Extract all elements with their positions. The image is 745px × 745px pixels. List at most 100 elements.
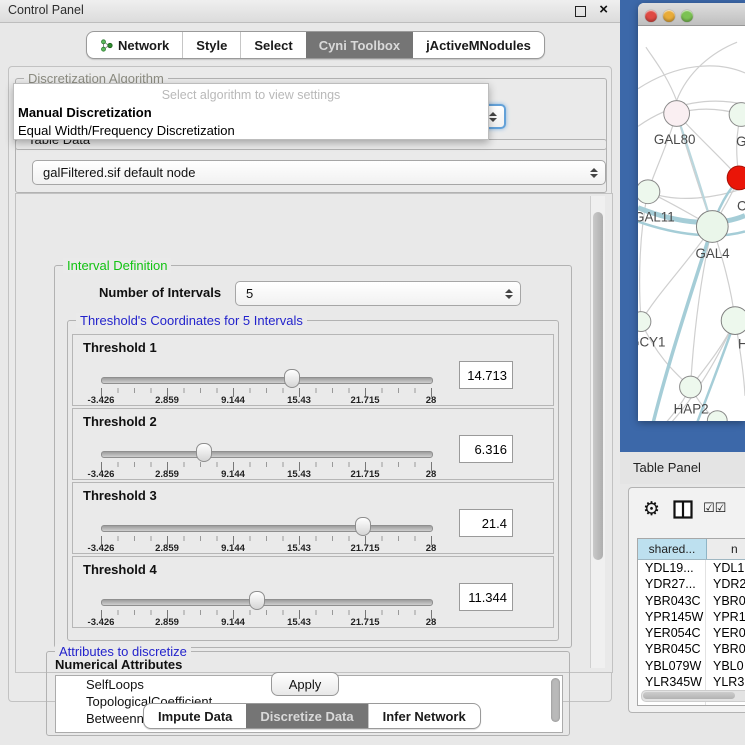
cell-shared-name[interactable]: YLR345W (638, 674, 706, 690)
tab-select[interactable]: Select (240, 32, 305, 58)
network-node[interactable] (680, 376, 702, 398)
table-row[interactable]: YLR345W YLR3 (638, 674, 745, 690)
table-row[interactable]: YBL079W YBL0 (638, 658, 745, 674)
threshold-1-panel: Threshold 1 -3.4262.8599.14415.4321.7152… (72, 334, 554, 406)
network-node[interactable] (638, 180, 660, 204)
settings-vertical-scrollbar[interactable] (590, 196, 605, 668)
cell-name[interactable]: YLR3 (706, 674, 745, 690)
threshold-4-slider-track[interactable] (101, 599, 433, 606)
network-node[interactable] (727, 166, 745, 190)
network-node-label: GAL4 (695, 246, 730, 261)
float-window-icon[interactable] (575, 6, 586, 17)
column-header-shared-name[interactable]: shared... (638, 539, 707, 559)
table-row[interactable]: YDR27... YDR2 (638, 576, 745, 592)
table-data-selected-value: galFiltered.sif default node (43, 165, 195, 180)
tick-label: 21.715 (350, 469, 379, 480)
slider-tick-labels: -3.4262.8599.14415.4321.71528 (101, 617, 431, 629)
cyni-toolbox-panel: Discretization Algorithm Table Data galF… (8, 66, 612, 702)
table-data-combobox[interactable]: galFiltered.sif default node (32, 160, 606, 185)
close-traffic-light[interactable] (645, 10, 657, 22)
network-graph[interactable]: GAL80GACGAL11GAL4GCY1HHAP2 (638, 26, 745, 421)
tick-label: -3.426 (88, 543, 115, 554)
cell-name[interactable]: YPR1 (706, 609, 745, 625)
tab-network[interactable]: Network (87, 32, 182, 58)
tab-network-label: Network (118, 38, 169, 53)
table-row[interactable]: YBR043C YBR0 (638, 593, 745, 609)
cell-shared-name[interactable]: YDR27... (638, 576, 706, 592)
show-columns-checkbox-icons[interactable]: ☑☑ (703, 501, 726, 516)
cell-shared-name[interactable]: YBL079W (638, 658, 706, 674)
control-panel-titlebar: Control Panel × (0, 0, 620, 23)
network-node[interactable] (664, 101, 690, 127)
network-node[interactable] (729, 103, 745, 127)
cell-name[interactable]: YBR0 (706, 641, 745, 657)
tab-discretize-data[interactable]: Discretize Data (246, 704, 367, 728)
table-row[interactable]: YBR045C YBR0 (638, 641, 745, 657)
network-node[interactable] (721, 307, 745, 335)
window-title: Control Panel (8, 3, 84, 17)
list-scrollbar[interactable] (551, 678, 560, 722)
cell-name[interactable]: YER0 (706, 625, 745, 641)
split-columns-icon[interactable] (673, 500, 693, 519)
table-rows: YDL19... YDL1 YDR27... YDR2 YBR043C YBR0 (638, 560, 745, 706)
threshold-4-panel: Threshold 4 -3.4262.8599.14415.4321.7152… (72, 556, 554, 628)
number-of-intervals-combobox[interactable]: 5 (235, 281, 521, 306)
cell-shared-name[interactable]: YDL19... (638, 560, 706, 576)
table-row[interactable]: YPR145W YPR1 (638, 609, 745, 625)
threshold-2-value-field[interactable]: 6.316 (459, 435, 513, 463)
table-panel-titlebar: Table Panel (620, 452, 745, 484)
gear-icon[interactable]: ⚙ (643, 498, 660, 520)
network-node[interactable] (638, 312, 651, 332)
threshold-4-label: Threshold 4 (83, 562, 157, 577)
scrollbar-thumb[interactable] (643, 692, 735, 699)
popup-item-manual-discretization[interactable]: Manual Discretization (14, 104, 488, 122)
network-canvas-area[interactable]: GAL80GACGAL11GAL4GCY1HHAP2 (638, 26, 745, 421)
minimize-traffic-light[interactable] (663, 10, 675, 22)
cell-name[interactable]: YBR0 (706, 593, 745, 609)
number-of-intervals-value: 5 (246, 286, 253, 301)
tab-impute-data[interactable]: Impute Data (144, 704, 246, 728)
apply-button[interactable]: Apply (271, 672, 339, 696)
close-icon[interactable]: × (599, 1, 608, 18)
network-window: GAL80GACGAL11GAL4GCY1HHAP2 (638, 3, 745, 421)
control-panel-tabs: Network Style Select Cyni Toolbox jActiv… (86, 31, 545, 59)
tick-label: 9.144 (221, 395, 245, 406)
right-pane: GAL80GACGAL11GAL4GCY1HHAP2 Table Panel ⚙… (620, 0, 745, 745)
tab-infer-network[interactable]: Infer Network (368, 704, 480, 728)
table-row[interactable]: YDL19... YDL1 (638, 560, 745, 576)
cell-shared-name[interactable]: YER054C (638, 625, 706, 641)
threshold-4-slider-thumb[interactable] (249, 591, 265, 610)
threshold-1-value-field[interactable]: 14.713 (459, 361, 513, 389)
threshold-3-value-field[interactable]: 21.4 (459, 509, 513, 537)
slider-tick-labels: -3.4262.8599.14415.4321.71528 (101, 395, 431, 407)
table-horizontal-scrollbar[interactable] (641, 690, 745, 702)
cell-shared-name[interactable]: YBR043C (638, 593, 706, 609)
threshold-2-slider-thumb[interactable] (196, 443, 212, 462)
threshold-3-label: Threshold 3 (83, 488, 157, 503)
threshold-2-slider-track[interactable] (101, 451, 433, 458)
threshold-3-slider-thumb[interactable] (355, 517, 371, 536)
scrollbar-thumb[interactable] (593, 212, 603, 560)
cell-shared-name[interactable]: YBR045C (638, 641, 706, 657)
table-row[interactable]: YER054C YER0 (638, 625, 745, 641)
tab-jactivemnodules[interactable]: jActiveMNodules (413, 32, 544, 58)
algorithm-dropdown-popup: Select algorithm to view settings Manual… (13, 83, 489, 140)
tab-cyni-toolbox[interactable]: Cyni Toolbox (306, 32, 413, 58)
popup-item-equal-width-frequency[interactable]: Equal Width/Frequency Discretization (14, 122, 488, 140)
zoom-traffic-light[interactable] (681, 10, 693, 22)
node-table: shared... n YDL19... YDL1 YDR27... YDR2 (637, 538, 745, 706)
threshold-4-value-field[interactable]: 11.344 (459, 583, 513, 611)
threshold-1-slider-track[interactable] (101, 377, 433, 384)
threshold-3-slider-track[interactable] (101, 525, 433, 532)
cell-name[interactable]: YDR2 (706, 576, 745, 592)
cell-shared-name[interactable]: YPR145W (638, 609, 706, 625)
network-node[interactable] (696, 211, 728, 243)
tab-style[interactable]: Style (182, 32, 240, 58)
interval-definition-group: Interval Definition Number of Intervals … (54, 265, 572, 648)
threshold-1-slider-thumb[interactable] (284, 369, 300, 388)
network-node[interactable] (707, 411, 727, 421)
column-header-name[interactable]: n (707, 539, 745, 559)
cell-name[interactable]: YDL1 (706, 560, 745, 576)
tick-label: 9.144 (221, 617, 245, 628)
cell-name[interactable]: YBL0 (706, 658, 745, 674)
